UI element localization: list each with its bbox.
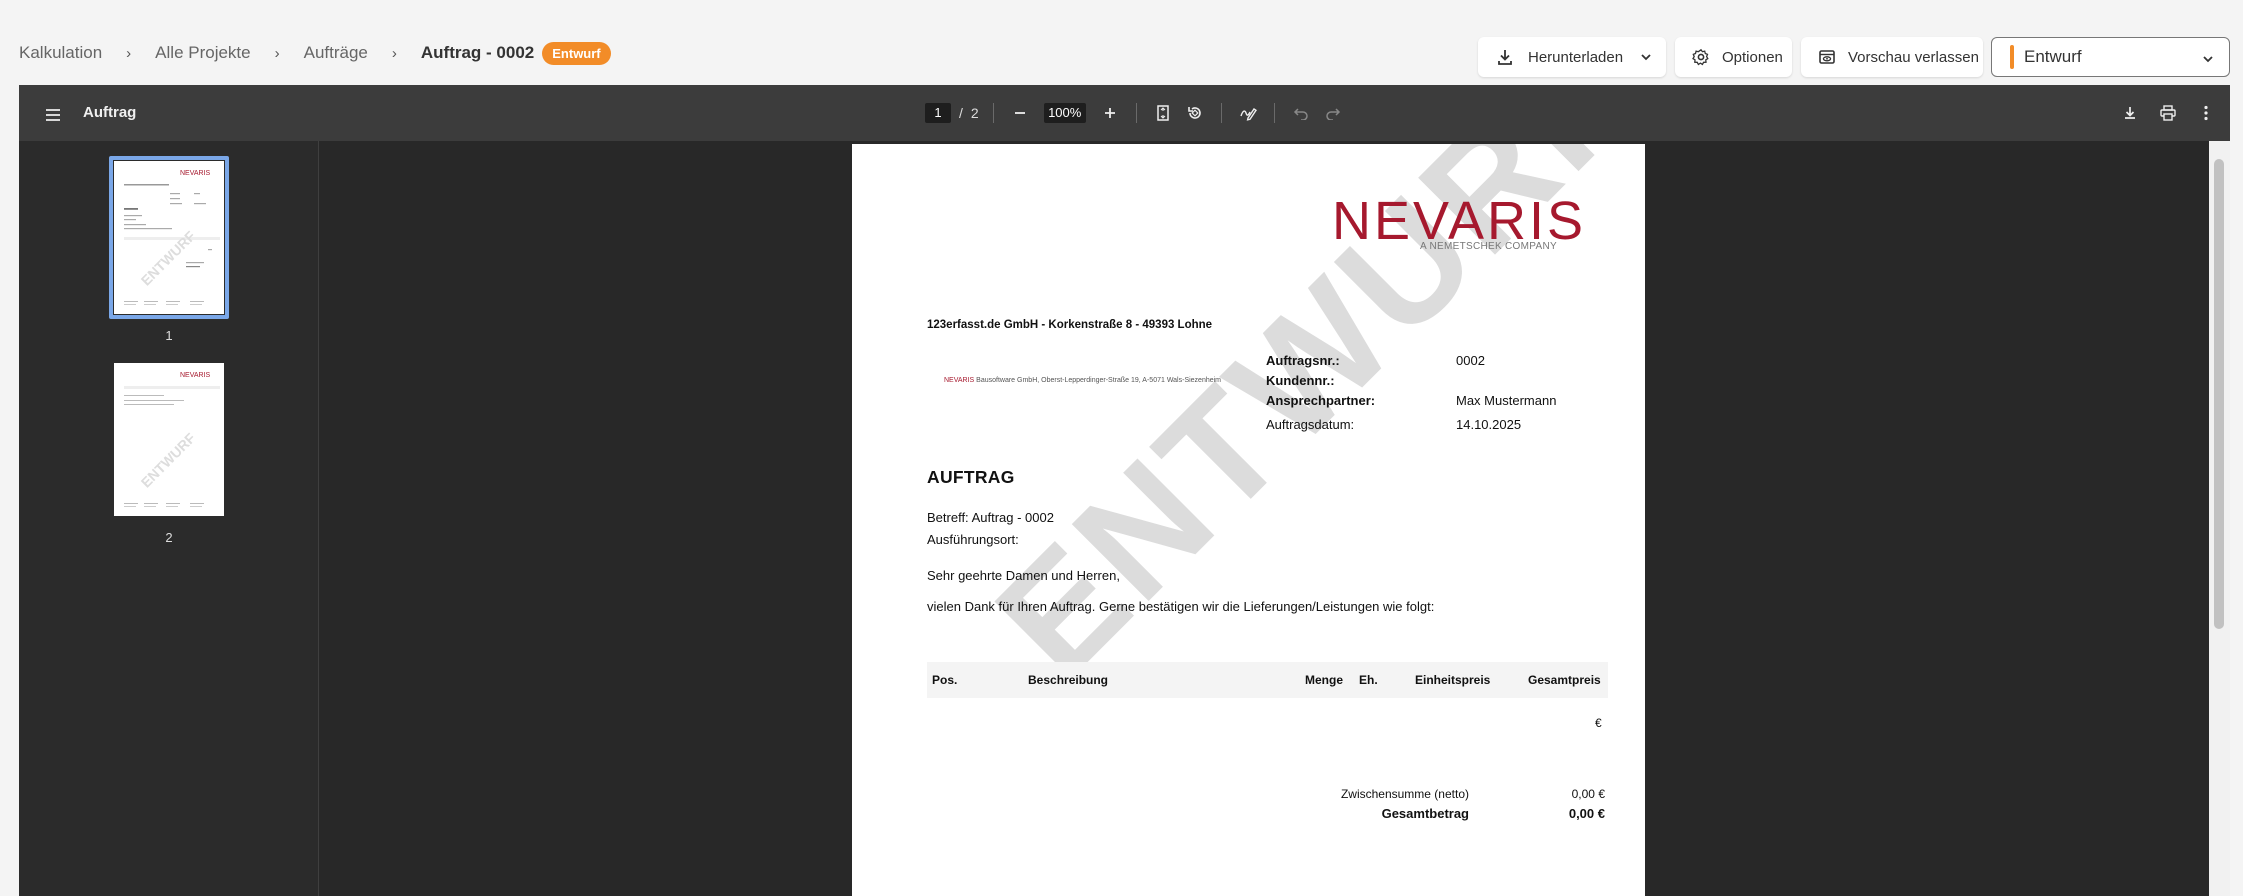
thumbnail-page-2[interactable]: NEVARIS ENTWURF (114, 363, 224, 516)
gear-icon (1692, 48, 1710, 66)
thumbnail-sidebar: NEVARIS ENTWURF 1 NEVARIS ENTWURF 2 (19, 141, 319, 896)
toolbar-divider (1135, 103, 1137, 123)
fit-page-icon[interactable] (1151, 101, 1175, 125)
download-icon[interactable] (2118, 101, 2142, 125)
col-unit: Eh. (1359, 673, 1378, 687)
breadcrumb-item-alle-projekte[interactable]: Alle Projekte (155, 43, 250, 63)
meta-label: Auftragsnr.: (1266, 353, 1340, 368)
page-number-input[interactable]: 1 (925, 103, 951, 123)
svg-text:NEVARIS: NEVARIS (180, 372, 211, 379)
zoom-input[interactable]: 100% (1043, 103, 1086, 123)
toolbar-divider (992, 103, 994, 123)
recipient-address: NEVARIS Bausoftware GmbH, Oberst-Lepperd… (944, 377, 1221, 384)
breadcrumb-separator: › (274, 44, 280, 62)
options-button[interactable]: Optionen (1675, 37, 1792, 77)
col-total-price: Gesamtpreis (1528, 673, 1601, 687)
preview-exit-icon (1818, 48, 1836, 66)
chevron-down-icon (1639, 50, 1653, 64)
status-select-value: Entwurf (2024, 47, 2082, 66)
page-separator: / (959, 105, 963, 121)
breadcrumb-separator: › (391, 44, 397, 62)
sender-line: 123erfasst.de GmbH - Korkenstraße 8 - 49… (927, 319, 1213, 331)
download-icon (1496, 48, 1514, 66)
salutation: Sehr geehrte Damen und Herren, (927, 568, 1120, 583)
currency-cell: € (1595, 716, 1602, 730)
leave-preview-button-label: Vorschau verlassen (1848, 48, 1979, 66)
meta-label: Ansprechpartner: (1266, 393, 1376, 408)
leave-preview-button[interactable]: Vorschau verlassen (1801, 37, 1983, 77)
col-unit-price: Einheitspreis (1415, 673, 1491, 687)
col-description: Beschreibung (1028, 673, 1109, 687)
download-button[interactable]: Herunterladen (1478, 37, 1666, 77)
meta-contact: Ansprechpartner: Max Mustermann (1266, 393, 1606, 413)
document-page: ENTWURF NEVARIS A NEMETSCHEK COMPANY 123… (852, 144, 1645, 896)
meta-value: 0002 (1456, 353, 1485, 368)
meta-label: Kundennr.: (1266, 373, 1335, 388)
viewer-right-actions (2118, 101, 2218, 125)
company-logo-subtitle: A NEMETSCHEK COMPANY (1420, 241, 1557, 252)
options-button-label: Optionen (1722, 48, 1783, 66)
plus-icon[interactable] (1098, 101, 1122, 125)
svg-text:ENTWURF: ENTWURF (138, 227, 199, 288)
menu-icon[interactable] (41, 103, 65, 127)
breadcrumb: Kalkulation › Alle Projekte › Aufträge ›… (19, 40, 611, 66)
viewer-controls: 1 / 2 100% (925, 99, 1345, 127)
meta-order-number: Auftragsnr.: 0002 (1266, 353, 1606, 373)
scrollbar-thumb[interactable] (2214, 159, 2224, 629)
total-row: Gesamtbetrag 0,00 € (1339, 806, 1609, 824)
meta-order-date: Auftragsdatum: 14.10.2025 (1266, 417, 1606, 437)
top-bar: Kalkulation › Alle Projekte › Aufträge ›… (0, 0, 2243, 85)
more-vert-icon[interactable] (2194, 101, 2218, 125)
breadcrumb-item-kalkulation[interactable]: Kalkulation (19, 43, 102, 63)
viewer-title: Auftrag (83, 104, 137, 121)
undo-icon[interactable] (1289, 101, 1313, 125)
thumbnail-page-1[interactable]: NEVARIS ENTWURF (114, 161, 224, 314)
thumbnail-label: 1 (165, 328, 173, 343)
meta-value: 14.10.2025 (1456, 417, 1522, 432)
meta-value: Max Mustermann (1456, 393, 1557, 408)
thumbnail-label: 2 (165, 530, 173, 545)
viewer-toolbar: Auftrag 1 / 2 100% (19, 85, 2230, 141)
chevron-down-icon (2201, 51, 2215, 71)
intro-text: vielen Dank für Ihren Auftrag. Gerne bes… (927, 599, 1435, 614)
svg-text:ENTWURF: ENTWURF (138, 429, 199, 490)
rotate-icon[interactable] (1183, 101, 1207, 125)
total-value: 0,00 € (1568, 806, 1605, 821)
breadcrumb-current: Auftrag - 0002 (420, 43, 535, 62)
subtotal-value: 0,00 € (1571, 787, 1605, 801)
recipient-address-text: Bausoftware GmbH, Oberst-Lepperdinger-St… (974, 377, 1222, 384)
subtotal-label: Zwischensumme (netto) (1340, 787, 1469, 801)
status-indicator (2010, 45, 2014, 69)
total-label: Gesamtbetrag (1381, 806, 1469, 821)
svg-text:NEVARIS: NEVARIS (180, 170, 211, 177)
subject-line: Betreff: Auftrag - 0002 (927, 510, 1054, 525)
subtotal-row: Zwischensumme (netto) 0,00 € (1339, 787, 1609, 805)
recipient-brand: NEVARIS (944, 377, 975, 384)
breadcrumb-separator: › (126, 44, 132, 62)
page-total: 2 (970, 105, 979, 121)
meta-customer-number: Kundennr.: (1266, 373, 1606, 393)
print-icon[interactable] (2156, 101, 2180, 125)
breadcrumb-item-auftraege[interactable]: Aufträge (304, 43, 368, 63)
table-header: Pos. Beschreibung Menge Eh. Einheitsprei… (927, 662, 1608, 698)
minus-icon[interactable] (1008, 101, 1032, 125)
status-select[interactable]: Entwurf (1991, 37, 2230, 77)
toolbar-divider (1273, 103, 1275, 123)
vertical-scrollbar[interactable] (2209, 141, 2230, 896)
toolbar-divider (1220, 103, 1222, 123)
redo-icon[interactable] (1321, 101, 1345, 125)
location-line: Ausführungsort: (927, 532, 1019, 547)
annotate-icon[interactable] (1236, 101, 1260, 125)
col-quantity: Menge (1305, 673, 1344, 687)
download-button-label: Herunterladen (1528, 48, 1624, 66)
document-heading: AUFTRAG (927, 467, 1015, 487)
status-badge: Entwurf (542, 41, 611, 65)
col-pos: Pos. (932, 673, 958, 687)
meta-label: Auftragsdatum: (1266, 417, 1355, 432)
